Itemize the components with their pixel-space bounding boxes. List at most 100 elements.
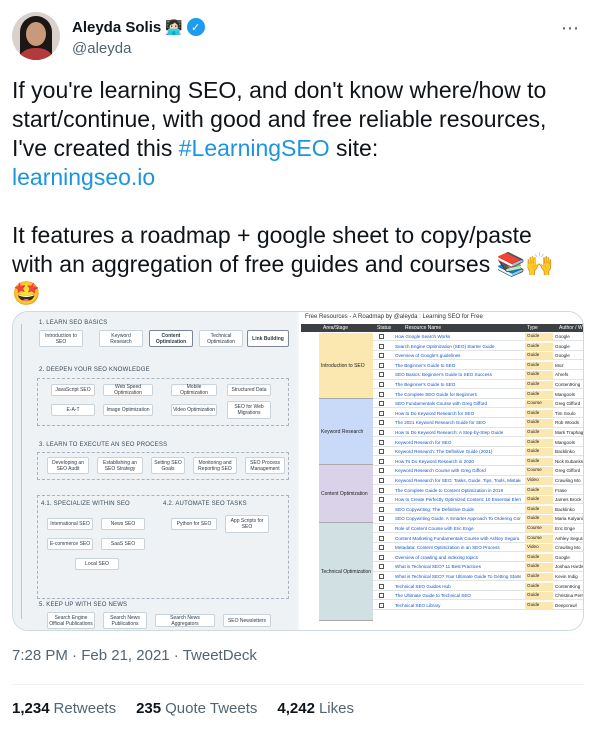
resource-link[interactable]: What is Technical SEO? 11 Best Practices	[395, 564, 521, 569]
tweet-date[interactable]: Feb 21, 2021	[81, 647, 169, 664]
sheet-row: Keyword Research for SEO Guide Mangools	[373, 438, 583, 447]
resource-link[interactable]: Role of Content Course with Eric Enge	[395, 526, 521, 531]
resource-link[interactable]: The Beginner's Guide to SEO	[395, 363, 521, 368]
resource-link[interactable]: Keyword Research: The Definitive Guide (…	[395, 449, 521, 454]
retweets-stat[interactable]: 1,234 Retweets	[12, 700, 116, 717]
resource-link[interactable]: Overview of crawling and indexing topics	[395, 555, 521, 560]
spreadsheet-image[interactable]: Free Resources - A Roadmap by @aleyda : …	[299, 312, 584, 630]
status-checkbox[interactable]	[379, 343, 384, 349]
resource-link[interactable]: The Ultimate Guide to Technical SEO	[395, 593, 521, 598]
roadmap-item: Content Optimization	[149, 330, 193, 347]
status-checkbox[interactable]	[379, 458, 384, 464]
resource-type: Guide	[525, 371, 553, 380]
resource-link[interactable]: Overview of Google's guidelines	[395, 353, 521, 358]
roadmap-image[interactable]: 1. LEARN SEO BASICS Introduction to SEO …	[13, 312, 297, 630]
resource-link[interactable]: The Beginner's Guide to SEO	[395, 382, 521, 387]
status-checkbox[interactable]	[379, 372, 384, 378]
resource-link[interactable]: The Complete Guide to Content Optimizati…	[395, 488, 521, 493]
status-checkbox[interactable]	[379, 602, 384, 608]
media-attachment[interactable]: 1. LEARN SEO BASICS Introduction to SEO …	[12, 311, 584, 631]
status-checkbox[interactable]	[379, 410, 384, 416]
resource-link[interactable]: The Complete SEO Guide for Beginners	[395, 392, 521, 397]
resource-link[interactable]: How Google Search Works	[395, 334, 521, 339]
status-checkbox[interactable]	[379, 554, 384, 560]
resource-author: Christina Perricone	[555, 593, 584, 599]
status-checkbox[interactable]	[379, 382, 384, 387]
resource-type: Guide	[525, 448, 553, 457]
sheet-row: Metadata: Content Optimization in an SEO…	[373, 544, 583, 553]
status-checkbox[interactable]	[379, 420, 384, 426]
resource-link[interactable]: Content Marketing Fundamentals Course wi…	[395, 536, 521, 541]
roadmap-item: Mobile Optimization	[171, 384, 217, 396]
status-checkbox[interactable]	[379, 449, 384, 455]
roadmap-section-title: 3. LEARN TO EXECUTE AN SEO PROCESS	[39, 442, 168, 448]
resource-link[interactable]: Technical SEO Guides Hub	[395, 584, 521, 589]
resource-link[interactable]: The 2021 Keyword Research Guide for SEO	[395, 420, 521, 425]
sheet-row: SEO Fundamentals Course with Greg Giffor…	[373, 400, 583, 409]
roadmap-section-title: 4.2. AUTOMATE SEO TASKS	[163, 501, 247, 507]
status-checkbox[interactable]	[379, 430, 384, 435]
status-checkbox[interactable]	[379, 334, 384, 339]
star-struck-emoji-icon: 🤩	[12, 280, 41, 306]
resource-author: Mark Traphagen	[555, 430, 584, 435]
avatar[interactable]	[12, 12, 60, 60]
roadmap-section-title: 2. DEEPEN YOUR SEO KNOWLEDGE	[39, 367, 150, 373]
site-link[interactable]: learningseo.io	[12, 164, 155, 190]
resource-link[interactable]: Metadata: Content Optimization in an SEO…	[395, 545, 521, 550]
status-checkbox[interactable]	[379, 362, 384, 368]
status-checkbox[interactable]	[379, 516, 384, 522]
status-checkbox[interactable]	[379, 439, 384, 445]
status-checkbox[interactable]	[379, 564, 384, 570]
roadmap-item: Establishing an SEO Strategy	[97, 457, 143, 474]
quote-tweets-stat[interactable]: 235 Quote Tweets	[136, 700, 257, 717]
resource-link[interactable]: SEO Basics: Beginner's Guide to SEO Succ…	[395, 372, 521, 377]
roadmap-item: Introduction to SEO	[39, 330, 83, 347]
resource-link[interactable]: Keyword Research for SEO: Tasks, Guide, …	[395, 478, 521, 483]
status-checkbox[interactable]	[379, 487, 384, 493]
resource-author: Joshua Hardwick	[555, 564, 583, 570]
resource-link[interactable]: Technical SEO Library	[395, 603, 521, 608]
status-checkbox[interactable]	[379, 526, 384, 531]
status-checkbox[interactable]	[379, 583, 384, 589]
author-name[interactable]: Aleyda Solis	[72, 19, 161, 36]
resource-link[interactable]: SEO Copywriting Guide: A Smarter Approac…	[395, 516, 521, 521]
tweet-stats: 1,234 Retweets 235 Quote Tweets 4,242 Likes	[12, 700, 354, 717]
sheet-row: What is Technical SEO? Your Ultimate Gui…	[373, 573, 583, 582]
resource-link[interactable]: How To Do Keyword Research in 2020	[395, 459, 521, 464]
status-checkbox[interactable]	[379, 535, 384, 541]
status-checkbox[interactable]	[379, 468, 384, 474]
resource-link[interactable]: How to Do Keyword Research: A Step-by-St…	[395, 430, 521, 435]
resource-link[interactable]: SEO Fundamentals Course with Greg Giffor…	[395, 401, 521, 406]
roadmap-item: Search Engine Official Publications	[47, 612, 95, 629]
status-checkbox[interactable]	[379, 545, 384, 551]
status-checkbox[interactable]	[379, 574, 384, 579]
resource-link[interactable]: Keyword Research for SEO	[395, 440, 521, 445]
status-checkbox[interactable]	[379, 478, 384, 483]
hashtag-link[interactable]: #LearningSEO	[179, 135, 330, 161]
resource-link[interactable]: How to Create Perfectly Optimized Conten…	[395, 497, 521, 502]
tweet-source[interactable]: TweetDeck	[183, 647, 257, 664]
tweet-time[interactable]: 7:28 PM	[12, 647, 68, 664]
resource-type: Guide	[525, 563, 553, 572]
resource-type: Guide	[525, 592, 553, 601]
resource-link[interactable]: What is Technical SEO? Your Ultimate Gui…	[395, 574, 521, 579]
sheet-header-row: Area/Stage Status Resource Name Type Aut…	[301, 324, 583, 332]
author-handle[interactable]: @aleyda	[72, 40, 131, 57]
status-checkbox[interactable]	[379, 506, 384, 512]
sheet-row: Role of Content Course with Eric Enge Cou…	[373, 525, 583, 534]
roadmap-item: E-A-T	[51, 404, 95, 416]
resource-link[interactable]: SEO Copywriting: The Definitive Guide	[395, 507, 521, 512]
status-checkbox[interactable]	[379, 401, 384, 407]
status-checkbox[interactable]	[379, 497, 384, 503]
resource-type: Guide	[525, 390, 553, 399]
resource-link[interactable]: Keyword Research Course with Greg Giffor…	[395, 468, 521, 473]
resource-type: Video	[525, 477, 553, 485]
resource-link[interactable]: How to Do Keyword Research for SEO	[395, 411, 521, 416]
status-checkbox[interactable]	[379, 353, 384, 359]
status-checkbox[interactable]	[379, 391, 384, 397]
resource-author: Google	[555, 554, 570, 560]
likes-stat[interactable]: 4,242 Likes	[277, 700, 354, 717]
resource-link[interactable]: Search Engine Optimization (SEO) Starter…	[395, 344, 521, 349]
status-checkbox[interactable]	[379, 593, 384, 599]
more-options-icon[interactable]: ⋯	[561, 18, 580, 39]
